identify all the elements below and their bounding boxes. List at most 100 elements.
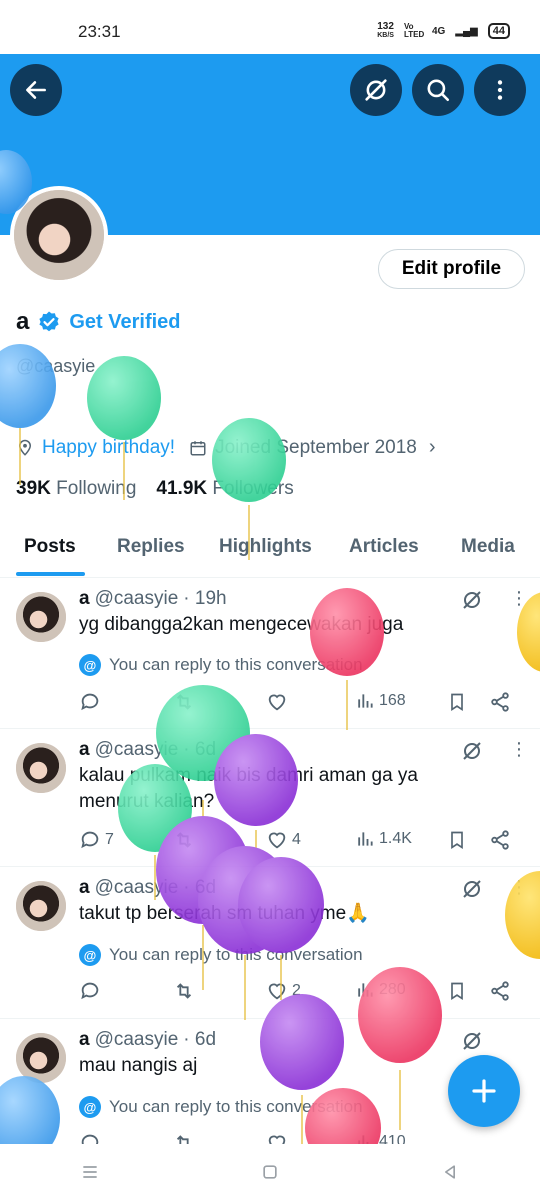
- repost-button[interactable]: [173, 691, 199, 713]
- plus-icon: [472, 1079, 496, 1103]
- profile-avatar[interactable]: [10, 186, 108, 284]
- share-icon: [491, 692, 509, 712]
- location-icon: [18, 439, 32, 456]
- followers-link[interactable]: 41.9K Followers: [156, 478, 293, 500]
- reply-info: @ You can reply to this conversation: [79, 654, 363, 676]
- grok-icon[interactable]: [460, 1029, 484, 1053]
- status-bar: 23:31 132 KB/S Vo LTED 4G ▂▄▆ 44: [0, 0, 540, 54]
- following-link[interactable]: 39K Following: [16, 478, 136, 500]
- status-icons: 132 KB/S Vo LTED 4G ▂▄▆ 44: [377, 22, 510, 40]
- tab-highlights[interactable]: Highlights: [219, 536, 312, 558]
- views-button[interactable]: 280: [355, 980, 406, 1000]
- post-actions: 410: [79, 1132, 519, 1144]
- network-speed: 132 KB/S: [377, 21, 394, 40]
- avatar[interactable]: [16, 592, 66, 642]
- bookmark-button[interactable]: [447, 980, 467, 1002]
- arrow-left-icon: [26, 81, 46, 99]
- get-verified-link[interactable]: Get Verified: [69, 311, 180, 334]
- reply-info: @ You can reply to this conversation: [79, 944, 363, 966]
- views-button[interactable]: 168: [355, 691, 406, 711]
- grok-icon: [365, 79, 387, 101]
- like-button[interactable]: 4: [266, 829, 301, 851]
- at-icon: @: [79, 944, 101, 966]
- share-button[interactable]: [489, 691, 511, 713]
- home-icon[interactable]: [260, 1162, 280, 1182]
- reply-icon: [81, 831, 99, 849]
- avatar[interactable]: [16, 743, 66, 793]
- repost-icon: [176, 832, 192, 848]
- post-text: takut tp berserah sm tuhan yme🙏: [79, 903, 370, 924]
- share-icon: [491, 830, 509, 850]
- tab-replies[interactable]: Replies: [117, 536, 185, 558]
- post-more-icon[interactable]: ⋮: [510, 588, 528, 609]
- views-icon: [358, 832, 373, 846]
- reply-button[interactable]: [79, 691, 105, 713]
- tab-articles[interactable]: Articles: [349, 536, 419, 558]
- follow-stats: 39K Following 41.9K Followers: [16, 478, 294, 500]
- bookmark-icon: [451, 693, 463, 712]
- avatar[interactable]: [16, 1033, 66, 1083]
- grok-icon[interactable]: [460, 739, 484, 763]
- repost-button[interactable]: [173, 829, 199, 851]
- avatar[interactable]: [16, 881, 66, 931]
- share-icon: [491, 981, 509, 1001]
- views-button[interactable]: 410: [355, 1132, 406, 1144]
- post-actions: 2 280: [79, 980, 519, 1006]
- edit-profile-button[interactable]: Edit profile: [378, 249, 525, 289]
- avatar-photo: [14, 190, 104, 280]
- share-button[interactable]: [489, 980, 511, 1002]
- reply-icon: [81, 1134, 99, 1144]
- share-button[interactable]: [489, 829, 511, 851]
- repost-icon: [176, 983, 192, 999]
- tab-media[interactable]: Media: [461, 536, 515, 558]
- chevron-right-icon[interactable]: ›: [429, 436, 436, 459]
- bookmark-icon: [451, 831, 463, 850]
- post-header: a @caasyie · 6d: [79, 1029, 217, 1050]
- post-item[interactable]: a @caasyie · 6d ⋮ takut tp berserah sm tuh…: [0, 867, 540, 1019]
- post-actions: 7 4 1.4K: [79, 829, 519, 855]
- like-button[interactable]: 2: [266, 980, 301, 1002]
- signal-icon: ▂▄▆: [455, 25, 478, 37]
- like-button[interactable]: [266, 691, 292, 713]
- like-button[interactable]: [266, 1132, 292, 1144]
- repost-button[interactable]: [173, 980, 199, 1002]
- search-button[interactable]: [412, 64, 464, 116]
- profile-link[interactable]: Happy birthday!: [42, 437, 175, 459]
- tab-posts[interactable]: Posts: [24, 536, 76, 558]
- grok-button[interactable]: [350, 64, 402, 116]
- grok-icon[interactable]: [460, 877, 484, 901]
- compose-button[interactable]: [448, 1055, 520, 1127]
- post-item[interactable]: a @caasyie · 19h ⋮ yg dibangga2kan mengece…: [0, 578, 540, 729]
- post-more-icon[interactable]: ⋮: [510, 739, 528, 760]
- bookmark-button[interactable]: [447, 829, 467, 851]
- reply-button[interactable]: 7: [79, 829, 114, 851]
- repost-button[interactable]: [173, 1132, 199, 1144]
- post-text: kalau pulkam naik bis damri aman ga ya m…: [79, 765, 419, 812]
- bookmark-button[interactable]: [447, 691, 467, 713]
- post-header: a @caasyie · 19h: [79, 588, 227, 609]
- name-row: a Get Verified: [16, 308, 181, 336]
- reply-button[interactable]: [79, 980, 105, 1002]
- search-icon: [427, 79, 450, 102]
- menu-icon[interactable]: [80, 1162, 100, 1182]
- tab-underline: [16, 572, 85, 576]
- post-header: a @caasyie · 6d: [79, 739, 217, 760]
- post-item[interactable]: a @caasyie · 6d ⋮ kalau pulkam naik bis da…: [0, 729, 540, 867]
- grok-icon[interactable]: [460, 588, 484, 612]
- reply-icon: [81, 693, 99, 711]
- back-button[interactable]: [10, 64, 62, 116]
- more-vertical-icon: [497, 80, 503, 100]
- at-icon: @: [79, 1096, 101, 1118]
- more-button[interactable]: [474, 64, 526, 116]
- views-button[interactable]: 1.4K: [355, 829, 412, 849]
- post-text: yg dibangga2kan mengecewakan juga: [79, 614, 404, 635]
- heart-icon: [268, 1135, 286, 1144]
- system-nav-bar: [0, 1144, 540, 1200]
- post-text: mau nangis aj: [79, 1055, 198, 1076]
- post-more-icon[interactable]: ⋮: [510, 877, 528, 898]
- profile-tabs: Posts Replies Highlights Articles Media: [0, 520, 540, 578]
- post-actions: 168: [79, 691, 519, 717]
- heart-icon: [268, 983, 286, 1000]
- back-nav-icon[interactable]: [440, 1162, 460, 1182]
- reply-button[interactable]: [79, 1132, 105, 1144]
